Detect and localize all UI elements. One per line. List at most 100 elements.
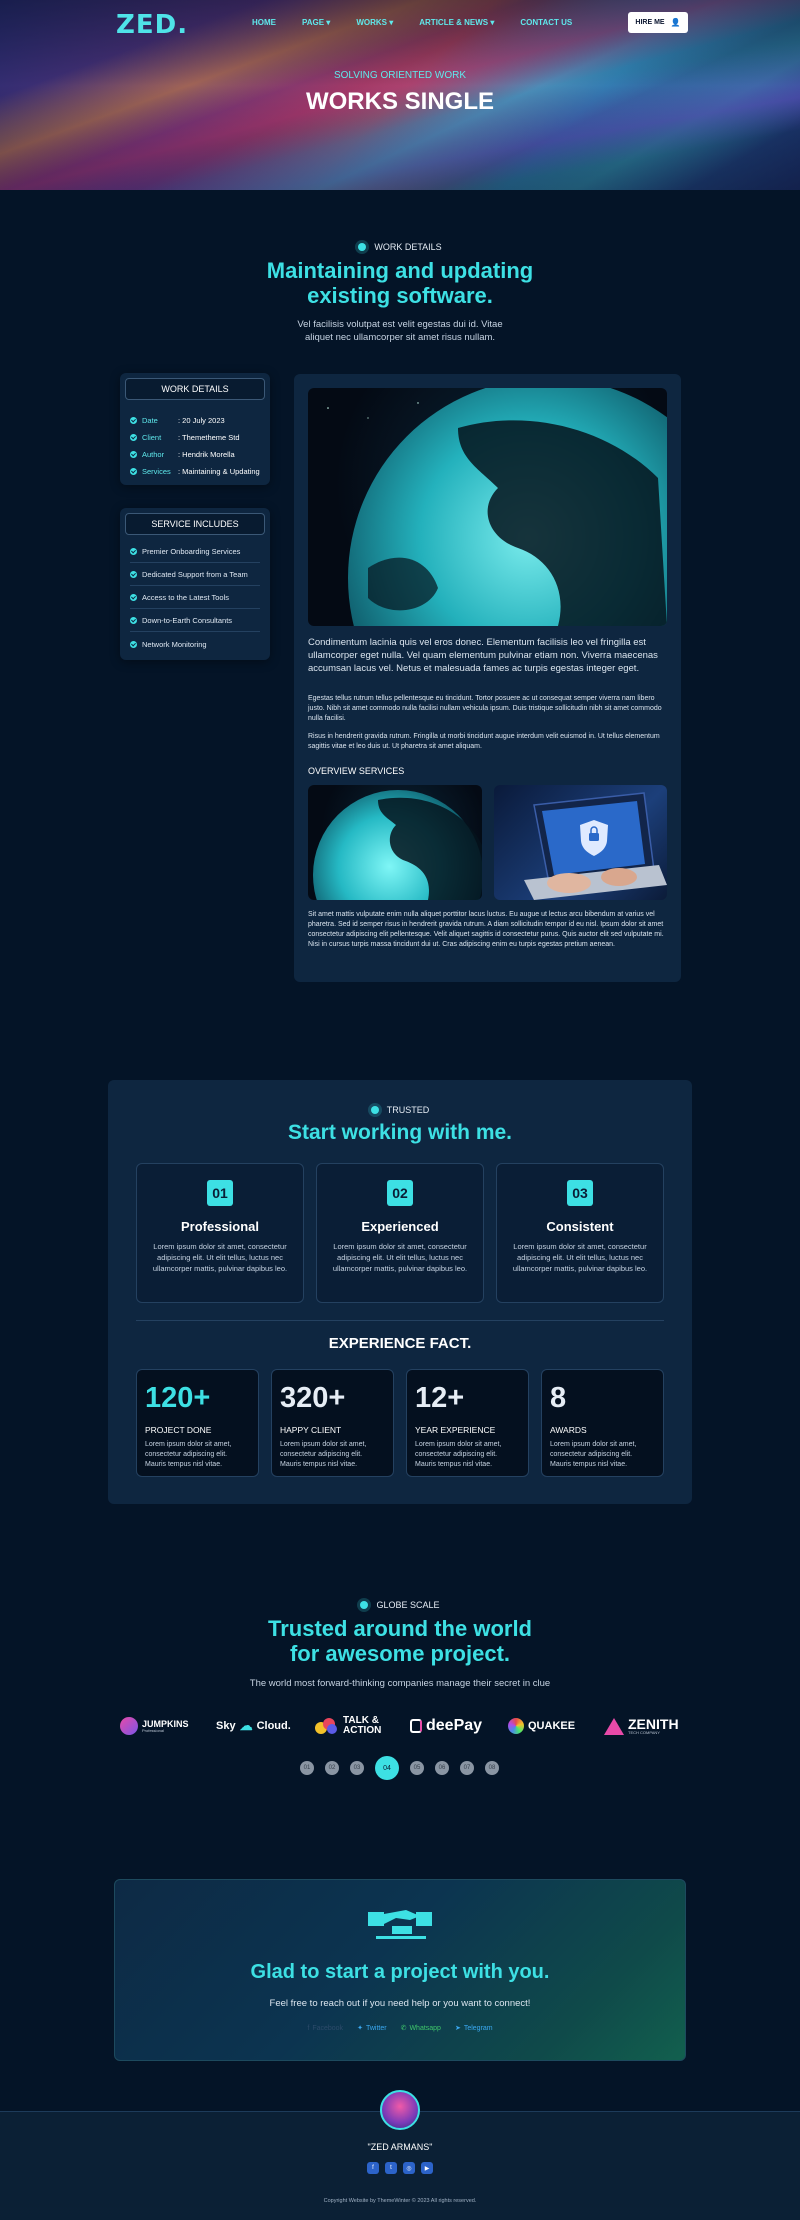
nav-page[interactable]: PAGE ▾	[302, 18, 330, 27]
stat-label: HAPPY CLIENT	[280, 1425, 342, 1435]
facebook-link[interactable]: f Facebook	[307, 2024, 343, 2032]
work-details-card: WORK DETAILS Date: 20 July 2023 Client: …	[120, 373, 270, 485]
trusted-eyebrow: TRUSTED	[0, 1105, 800, 1115]
check-icon	[130, 434, 137, 441]
service-includes-title: SERVICE INCLUDES	[125, 513, 265, 535]
stat-card: 320+ HAPPY CLIENT Lorem ipsum dolor sit …	[271, 1369, 394, 1477]
check-icon	[130, 548, 137, 555]
brand-skycloud: Sky ☁ Cloud.	[216, 1718, 291, 1733]
pager-dot[interactable]: 07	[460, 1761, 474, 1775]
hero-subtitle: SOLVING ORIENTED WORK	[333, 70, 467, 81]
paragraph-3: Sit amet mattis vulputate enim nulla ali…	[308, 911, 664, 949]
feature-card-experienced: 02 Experienced Lorem ipsum dolor sit ame…	[316, 1163, 484, 1303]
check-icon	[130, 451, 137, 458]
stat-number: 12+	[415, 1382, 465, 1414]
work-title: Maintaining and updating existing softwa…	[266, 258, 534, 309]
pager-dot[interactable]: 01	[300, 1761, 314, 1775]
cta-text: Feel free to reach out if you need help …	[269, 1998, 531, 2009]
globe-title: Trusted around the world for awesome pro…	[267, 1616, 532, 1667]
stat-label: AWARDS	[550, 1425, 587, 1435]
deepay-logo-icon	[410, 1719, 422, 1733]
cta-socials: f Facebook ✦ Twitter ✆ Whatsapp ➤ Telegram	[0, 2024, 800, 2033]
twitter-icon: ✦	[357, 2025, 363, 2032]
facebook-icon[interactable]: f	[367, 2162, 379, 2174]
feature-title: Experienced	[361, 1219, 439, 1234]
brand-jumpkins: JUMPKINS Professional	[120, 1713, 189, 1739]
detail-row-client: Client: Themetheme Std	[130, 433, 240, 442]
work-content-card: Condimentum lacinia quis vel eros donec.…	[294, 374, 681, 982]
check-icon	[130, 594, 137, 601]
brand-zenith: ZENITH TECH COMPANY	[604, 1713, 679, 1739]
instagram-icon[interactable]: ◎	[403, 2162, 415, 2174]
pager-dot-active[interactable]: 04	[375, 1756, 399, 1780]
lead-paragraph: Condimentum lacinia quis vel eros donec.…	[308, 637, 658, 675]
pager-dot[interactable]: 05	[410, 1761, 424, 1775]
stat-text: Lorem ipsum dolor sit amet, consectetur …	[550, 1441, 637, 1468]
nav-home[interactable]: HOME	[252, 18, 276, 27]
twitter-link[interactable]: ✦ Twitter	[357, 2024, 387, 2033]
globe-text: The world most forward-thinking companie…	[249, 1678, 551, 1689]
stat-label: PROJECT DONE	[145, 1425, 212, 1435]
stat-card: 12+ YEAR EXPERIENCE Lorem ipsum dolor si…	[406, 1369, 529, 1477]
feature-card-consistent: 03 Consistent Lorem ipsum dolor sit amet…	[496, 1163, 664, 1303]
detail-row-author: Author: Hendrik Morella	[130, 450, 235, 459]
eyebrow-dot-icon	[370, 1106, 379, 1114]
whatsapp-icon: ✆	[400, 2025, 407, 2032]
divider	[136, 1320, 664, 1321]
overview-title: OVERVIEW SERVICES	[308, 766, 405, 776]
eyebrow-dot-icon	[358, 243, 367, 251]
facebook-icon: f	[307, 2024, 310, 2032]
laptop-security-image	[494, 785, 667, 900]
hire-me-button[interactable]: HIRE ME 👤	[628, 12, 688, 33]
twitter-icon[interactable]: t	[385, 2162, 397, 2174]
check-icon	[130, 417, 137, 424]
feature-number: 02	[387, 1180, 413, 1206]
telegram-icon: ➤	[454, 2025, 461, 2032]
brand-quakee: QUAKEE	[508, 1713, 575, 1739]
check-icon	[130, 571, 137, 578]
hero-title: WORKS SINGLE	[305, 88, 494, 115]
globe-eyebrow: GLOBE SCALE	[0, 1600, 800, 1610]
work-details-card-title: WORK DETAILS	[125, 378, 265, 400]
stat-card: 8 AWARDS Lorem ipsum dolor sit amet, con…	[541, 1369, 664, 1477]
check-icon	[130, 617, 137, 624]
service-item: Dedicated Support from a Team	[130, 564, 260, 586]
detail-row-services: Services: Maintaining & Updating	[130, 467, 260, 476]
jumpkins-logo-icon	[120, 1717, 138, 1735]
feature-text: Lorem ipsum dolor sit amet, consectetur …	[152, 1242, 288, 1273]
cloud-logo-icon: ☁	[239, 1718, 253, 1733]
feature-number: 01	[207, 1180, 233, 1206]
stat-text: Lorem ipsum dolor sit amet, consectetur …	[415, 1441, 502, 1468]
brand-deepay: deePay	[410, 1713, 482, 1739]
site-logo[interactable]: ZED.	[116, 10, 188, 40]
stat-number: 320+	[280, 1382, 346, 1414]
service-item: Premier Onboarding Services	[130, 541, 260, 563]
feature-title: Consistent	[546, 1219, 614, 1234]
avatar	[380, 2090, 420, 2130]
pager-dot[interactable]: 08	[485, 1761, 499, 1775]
check-icon	[130, 640, 137, 648]
handshake-icon	[366, 1906, 434, 1942]
whatsapp-link[interactable]: ✆ Whatsapp	[400, 2024, 441, 2033]
pager-dot[interactable]: 06	[435, 1761, 449, 1775]
brand-pager: 01 02 03 04 05 06 07 08	[300, 1756, 499, 1780]
pager-dot[interactable]: 03	[350, 1761, 364, 1775]
experience-fact-title: EXPERIENCE FACT.	[328, 1335, 472, 1352]
nav-contact[interactable]: CONTACT US	[520, 18, 572, 27]
feature-text: Lorem ipsum dolor sit amet, consectetur …	[332, 1242, 468, 1273]
feature-number: 03	[567, 1180, 593, 1206]
footer-socials: f t ◎ ▶	[0, 2162, 800, 2174]
nav-works[interactable]: WORKS ▾	[356, 18, 393, 27]
service-includes-card: SERVICE INCLUDES Premier Onboarding Serv…	[120, 508, 270, 660]
youtube-icon[interactable]: ▶	[421, 2162, 433, 2174]
cta-title: Glad to start a project with you.	[250, 1961, 550, 1983]
nav-article-news[interactable]: ARTICLE & NEWS ▾	[419, 18, 494, 27]
stat-label: YEAR EXPERIENCE	[415, 1425, 496, 1435]
pager-dot[interactable]: 02	[325, 1761, 339, 1775]
telegram-link[interactable]: ➤ Telegram	[454, 2024, 493, 2033]
overview-globe-image	[308, 785, 482, 900]
feature-card-professional: 01 Professional Lorem ipsum dolor sit am…	[136, 1163, 304, 1303]
brand-talk-action: TALK & ACTION	[315, 1713, 381, 1739]
stat-text: Lorem ipsum dolor sit amet, consectetur …	[280, 1441, 367, 1468]
main-nav: HOME PAGE ▾ WORKS ▾ ARTICLE & NEWS ▾ CON…	[252, 18, 572, 27]
